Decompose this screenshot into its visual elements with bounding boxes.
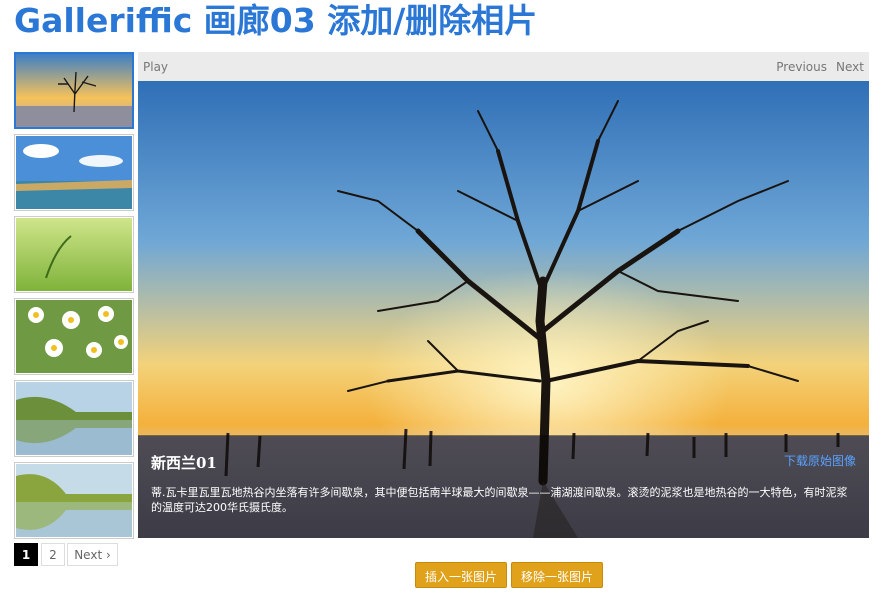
play-button[interactable]: Play [143,60,168,74]
thumbnail-lake-reflection[interactable] [14,380,134,457]
thumbnail-tree-sunset[interactable] [14,52,134,129]
page-1-link[interactable]: 1 [14,543,38,566]
thumbnail-sky-lake[interactable] [14,134,134,211]
page-title: Galleriffic 画廊03 添加/删除相片 [14,1,538,40]
download-original-link[interactable]: 下载原始图像 [784,452,856,469]
next-page-link[interactable]: Next › [67,543,118,566]
caption-title: 新西兰01 [151,454,217,472]
insert-image-button[interactable]: 插入一张图片 [415,562,507,588]
thumbnail-daisies[interactable] [14,298,134,375]
caption-description: 蒂.瓦卡里瓦里瓦地热谷内坐落有许多间歇泉，其中便包括南半球最大的间歇泉——浦湖渡… [151,486,848,514]
thumbnail-lake-reflection-2[interactable] [14,462,134,539]
previous-button[interactable]: Previous [776,60,827,74]
page-2-link[interactable]: 2 [41,543,65,566]
next-button[interactable]: Next [836,60,864,74]
slideshow-controls: Play Previous Next [138,52,869,81]
remove-image-button[interactable]: 移除一张图片 [511,562,603,588]
thumbnail-green-grass[interactable] [14,216,134,293]
slide-caption: 新西兰01 下载原始图像 蒂.瓦卡里瓦里瓦地热谷内坐落有许多间歇泉，其中便包括南… [138,435,869,538]
